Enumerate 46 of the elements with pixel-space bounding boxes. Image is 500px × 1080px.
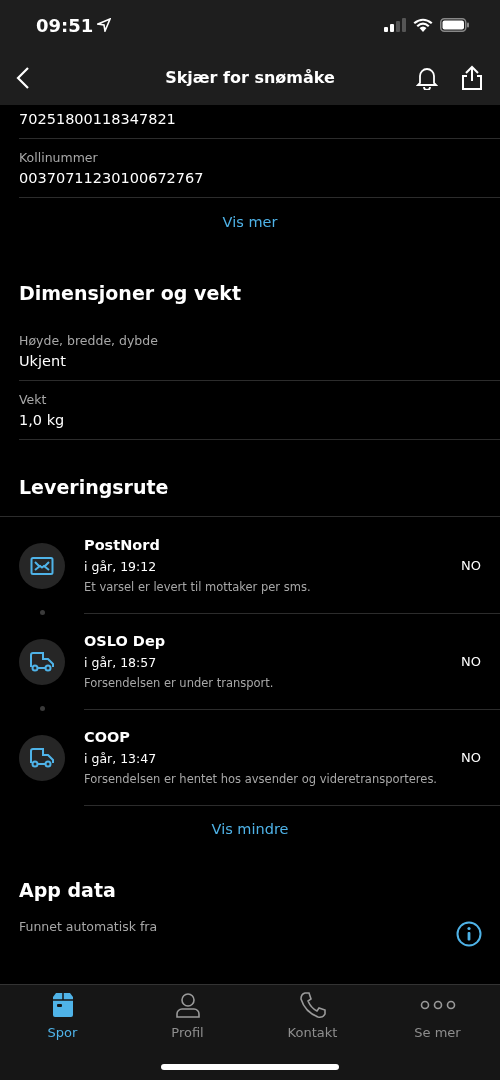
tab[interactable]: Se mer bbox=[375, 991, 500, 1040]
event-time: i går, 18:57 bbox=[84, 654, 158, 670]
show-less-link[interactable]: Vis mindre bbox=[203, 805, 297, 853]
truck-icon bbox=[29, 650, 55, 673]
field-value: 00370711230100672767 bbox=[19, 170, 205, 186]
field-label: Kollinummer bbox=[19, 150, 99, 165]
battery-icon bbox=[440, 18, 470, 32]
event-description: Forsendelsen er under transport. bbox=[84, 675, 275, 690]
field-value: Ukjent bbox=[19, 353, 67, 369]
event-location: OSLO Dep bbox=[84, 632, 167, 649]
show-more-link[interactable]: Vis mer bbox=[214, 198, 286, 246]
wifi-icon bbox=[413, 18, 433, 32]
screen-title: Skjær for snømåke bbox=[165, 68, 335, 87]
field-label: Høyde, bredde, dybde bbox=[19, 333, 159, 348]
location-arrow-icon bbox=[97, 18, 112, 32]
tab[interactable]: Spor bbox=[0, 991, 125, 1040]
event-description: Forsendelsen er hentet hos avsender og videretransporteres. bbox=[84, 771, 439, 786]
section-title: Leveringsrute bbox=[19, 475, 170, 500]
field-value: 70251800118347821 bbox=[19, 111, 177, 127]
section-title: Dimensjoner og vekt bbox=[19, 281, 243, 306]
person-icon bbox=[173, 991, 202, 1019]
event-time: i går, 19:12 bbox=[84, 558, 158, 574]
event-location: PostNord bbox=[84, 536, 161, 553]
country-code: NO bbox=[461, 749, 481, 765]
event-description: Et varsel er levert til mottaker per sms. bbox=[84, 579, 312, 594]
field-value: 1,0 kg bbox=[19, 412, 66, 428]
tab[interactable]: Kontakt bbox=[250, 991, 375, 1040]
event-time: i går, 13:47 bbox=[84, 750, 158, 766]
signal-icon bbox=[384, 18, 406, 32]
phone-icon bbox=[298, 991, 327, 1019]
country-code: NO bbox=[461, 557, 481, 573]
section-title: App data bbox=[19, 878, 117, 903]
event-location: COOP bbox=[84, 728, 131, 745]
info-icon[interactable] bbox=[456, 921, 482, 947]
field-label: Vekt bbox=[19, 392, 48, 407]
back-button[interactable] bbox=[16, 66, 30, 89]
timeline-dot bbox=[40, 610, 45, 615]
field-label: Funnet automatisk fra bbox=[19, 919, 158, 934]
country-code: NO bbox=[461, 653, 481, 669]
clock-time: 09:51 bbox=[36, 14, 94, 36]
truck-icon bbox=[29, 746, 55, 769]
tab[interactable]: Profil bbox=[125, 991, 250, 1040]
timeline-dot bbox=[40, 706, 45, 711]
bell-button[interactable] bbox=[416, 65, 438, 90]
envelope-icon bbox=[30, 555, 54, 576]
share-button[interactable] bbox=[460, 64, 484, 91]
